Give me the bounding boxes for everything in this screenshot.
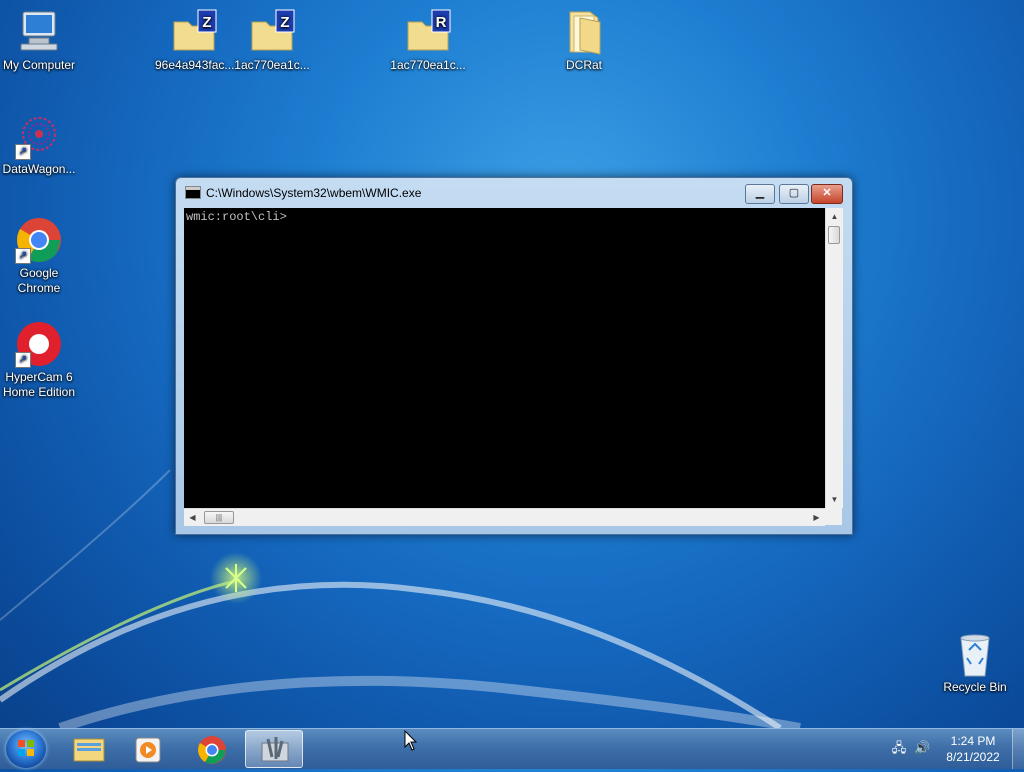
minimize-icon: ▁ xyxy=(755,187,765,199)
zip-archive-icon: Z xyxy=(248,8,296,56)
scroll-up-arrow-icon[interactable]: ▲ xyxy=(826,208,843,225)
close-button[interactable]: ✕ xyxy=(811,184,843,204)
recycle-bin-icon xyxy=(951,630,999,678)
hypercam-icon: ↗ xyxy=(15,320,63,368)
taskbar-media-player[interactable] xyxy=(120,730,178,768)
window-title: C:\Windows\System32\wbem\WMIC.exe xyxy=(206,186,422,200)
shortcut-arrow-icon: ↗ xyxy=(15,144,31,160)
desktop-icon-label: Recycle Bin xyxy=(943,680,1007,694)
show-desktop-button[interactable] xyxy=(1012,729,1024,769)
close-icon: ✕ xyxy=(822,187,832,199)
zip-archive-icon: Z xyxy=(170,8,218,56)
scroll-left-arrow-icon[interactable]: ◀ xyxy=(184,509,201,526)
network-icon[interactable]: 🖧 xyxy=(891,741,907,755)
shortcut-arrow-icon: ↗ xyxy=(15,352,31,368)
archive-badge-letter: Z xyxy=(202,14,211,31)
archive-badge-letter: R xyxy=(436,14,447,31)
desktop-icon-label: My Computer xyxy=(2,58,76,72)
system-clock[interactable]: 1:24 PM 8/21/2022 xyxy=(940,733,1006,765)
desktop-icon-label: DCRat xyxy=(565,58,602,72)
desktop-icon-label: 1ac770ea1c... xyxy=(390,58,466,72)
scroll-down-arrow-icon[interactable]: ▼ xyxy=(826,491,843,508)
taskbar: 🖧 🔊 1:24 PM 8/21/2022 xyxy=(0,728,1024,769)
desktop-icon-label: Google Chrome xyxy=(17,266,61,295)
computer-icon xyxy=(15,8,63,56)
vertical-scroll-thumb[interactable] xyxy=(828,226,840,244)
desktop-icon-label: HyperCam 6 Home Edition xyxy=(2,370,76,399)
wmic-tool-icon xyxy=(261,737,289,762)
maximize-button[interactable]: ▢ xyxy=(779,184,809,204)
horizontal-scrollbar[interactable]: ◀ ||| ▶ xyxy=(184,508,825,526)
console-prompt: wmic:root\cli> xyxy=(186,210,287,224)
desktop-icon-google-chrome[interactable]: ↗ Google Chrome xyxy=(0,216,78,296)
resize-grip[interactable] xyxy=(825,508,842,525)
windows-logo-icon xyxy=(18,740,34,756)
taskbar-wmic[interactable] xyxy=(245,730,303,768)
console-app-icon xyxy=(185,186,201,199)
mouse-cursor-icon xyxy=(404,730,418,751)
start-button[interactable] xyxy=(6,730,46,768)
console-output[interactable]: wmic:root\cli> xyxy=(184,208,825,508)
vertical-scrollbar[interactable]: ▲ ▼ xyxy=(825,208,843,508)
archive-badge-letter: Z xyxy=(280,14,289,31)
minimize-button[interactable]: ▁ xyxy=(745,184,775,204)
desktop-icon-hypercam[interactable]: ↗ HyperCam 6 Home Edition xyxy=(0,320,78,400)
wmic-console-window[interactable]: C:\Windows\System32\wbem\WMIC.exe ▁ ▢ ✕ … xyxy=(175,177,853,535)
chrome-icon: ↗ xyxy=(15,216,63,264)
rar-archive-icon: R xyxy=(404,8,452,56)
desktop-icon-label: DataWagon... xyxy=(2,162,76,176)
desktop-icon-dcrat[interactable]: DCRat xyxy=(545,8,623,73)
desktop-icon-recycle-bin[interactable]: Recycle Bin xyxy=(936,630,1014,695)
taskbar-chrome[interactable] xyxy=(182,730,240,768)
scroll-right-arrow-icon[interactable]: ▶ xyxy=(808,509,825,526)
clock-date: 8/21/2022 xyxy=(946,750,1000,764)
media-player-icon xyxy=(135,737,161,763)
desktop-icon-archive-1[interactable]: Z 96e4a943fac... xyxy=(155,8,235,73)
window-titlebar[interactable]: C:\Windows\System32\wbem\WMIC.exe ▁ ▢ ✕ xyxy=(176,178,852,206)
file-explorer-icon xyxy=(73,738,105,762)
volume-icon[interactable]: 🔊 xyxy=(914,741,930,755)
folder-icon xyxy=(560,8,608,56)
desktop-icon-archive-3[interactable]: R 1ac770ea1c... xyxy=(389,8,467,73)
desktop-icon-archive-2[interactable]: Z 1ac770ea1c... xyxy=(233,8,311,73)
clock-time: 1:24 PM xyxy=(950,734,996,748)
taskbar-explorer[interactable] xyxy=(60,730,118,768)
horizontal-scroll-thumb[interactable]: ||| xyxy=(204,511,234,524)
shortcut-arrow-icon: ↗ xyxy=(15,248,31,264)
datawagon-icon: ↗ xyxy=(15,112,63,160)
desktop-icon-datawagon[interactable]: ↗ DataWagon... xyxy=(0,112,78,177)
desktop-icon-my-computer[interactable]: My Computer xyxy=(0,8,78,73)
desktop-icon-label: 1ac770ea1c... xyxy=(234,58,310,72)
chrome-icon xyxy=(198,736,226,764)
maximize-icon: ▢ xyxy=(788,187,800,199)
desktop-icon-label: 96e4a943fac... xyxy=(155,58,235,72)
